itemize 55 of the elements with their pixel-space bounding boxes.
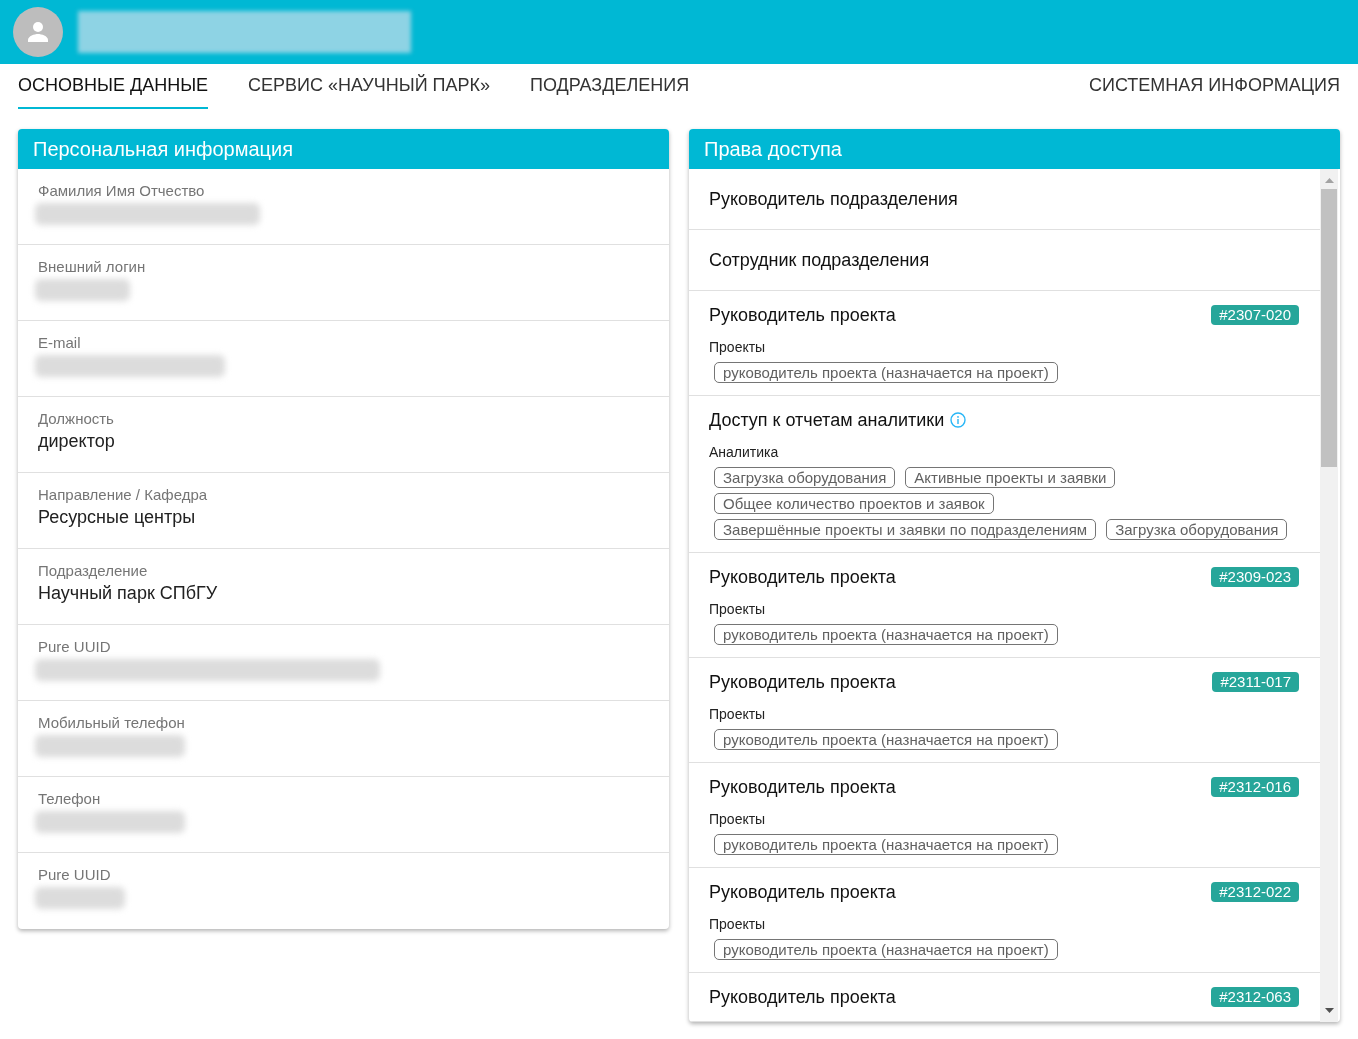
permission-chip: Загрузка оборудования (714, 467, 896, 488)
field-label: Внешний логин (38, 257, 146, 277)
scroll-up-icon[interactable] (1324, 178, 1334, 183)
permission-chip: руководитель проекта (назначается на проект) (714, 362, 1058, 383)
role-title: Руководитель проекта (709, 776, 896, 799)
field-label: Подразделение (38, 561, 148, 581)
group-label: Проекты (709, 600, 766, 619)
group-label: Проекты (709, 810, 766, 829)
project-number-badge: #2312-063 (1211, 987, 1299, 1007)
project-number-badge: #2312-016 (1211, 777, 1299, 797)
field-value: директор (38, 430, 115, 453)
card-title: Персональная информация (33, 137, 294, 161)
permission-chip: Активные проекты и заявки (905, 467, 1116, 488)
field-value: Ресурсные центры (38, 506, 196, 529)
permission-chip: Завершённые проекты и заявки по подразделениям (714, 519, 1097, 540)
field-value: Научный парк СПбГУ (38, 582, 218, 605)
tab[interactable]: ПОДРАЗДЕЛЕНИЯ (530, 64, 690, 109)
field-label: Должность (38, 409, 114, 429)
field-label: Направление / Кафедра (38, 485, 208, 505)
role-title: Руководитель проекта (709, 986, 896, 1009)
card-title: Права доступа (704, 137, 842, 161)
permission-chip: руководитель проекта (назначается на проект) (714, 729, 1058, 750)
role-title: Руководитель проекта (709, 881, 896, 904)
field-label: Мобильный телефон (38, 713, 185, 733)
project-number-badge: #2309-023 (1211, 567, 1299, 587)
role-title: Руководитель проекта (709, 566, 896, 589)
group-label: Аналитика (709, 443, 779, 462)
role-title: Руководитель проекта (709, 671, 896, 694)
group-label: Проекты (709, 915, 766, 934)
field-label: Телефон (38, 789, 101, 809)
role-title: Сотрудник подразделения (709, 249, 930, 272)
scrollbar-thumb[interactable] (1321, 189, 1337, 467)
group-label: Проекты (709, 338, 766, 357)
scroll-down-icon[interactable] (1324, 1008, 1334, 1013)
field-label: Фамилия Имя Отчество (38, 181, 205, 201)
project-number-badge: #2312-022 (1211, 882, 1299, 902)
tab[interactable]: ОСНОВНЫЕ ДАННЫЕ (18, 64, 209, 109)
project-number-badge: #2311-017 (1212, 672, 1299, 692)
permission-chip: Общее количество проектов и заявок (714, 493, 994, 514)
info-icon[interactable] (950, 412, 967, 428)
permission-chip: руководитель проекта (назначается на проект) (714, 939, 1058, 960)
field-label: Pure UUID (38, 637, 111, 657)
field-label: E-mail (38, 333, 81, 353)
role-title: Доступ к отчетам аналитики (709, 409, 945, 432)
permission-chip: руководитель проекта (назначается на проект) (714, 624, 1058, 645)
tab[interactable]: СЕРВИС «НАУЧНЫЙ ПАРК» (248, 64, 491, 109)
permission-chip: руководитель проекта (назначается на проект) (714, 834, 1058, 855)
role-title: Руководитель проекта (709, 304, 896, 327)
tab[interactable]: СИСТЕМНАЯ ИНФОРМАЦИЯ (1089, 64, 1340, 109)
permission-chip: Загрузка оборудования (1106, 519, 1288, 540)
role-title: Руководитель подразделения (709, 188, 958, 211)
group-label: Проекты (709, 705, 766, 724)
project-number-badge: #2307-020 (1211, 305, 1299, 325)
field-label: Pure UUID (38, 865, 111, 885)
user-avatar-icon[interactable] (13, 7, 63, 57)
